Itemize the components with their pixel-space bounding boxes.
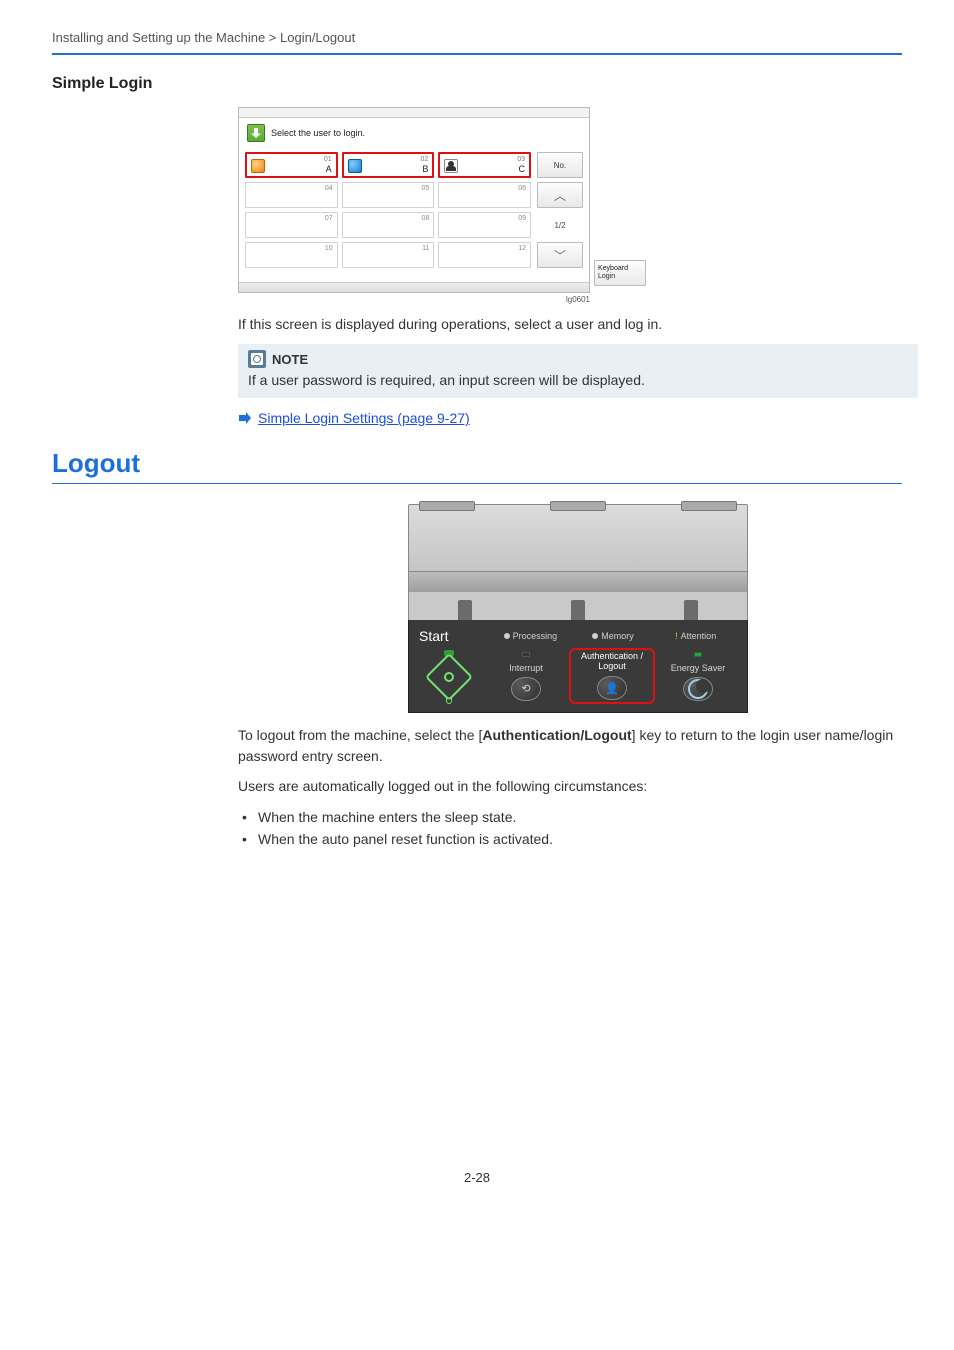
start-button[interactable] — [419, 650, 479, 702]
login-header-icon — [247, 124, 265, 142]
note-label: NOTE — [272, 352, 308, 367]
bullet-item: When the machine enters the sleep state. — [238, 806, 918, 828]
moon-icon — [684, 678, 712, 700]
interrupt-button[interactable]: Interrupt ⟲ — [487, 652, 565, 701]
user-cell-11[interactable]: 11 — [342, 242, 435, 268]
divider — [52, 483, 902, 484]
arrow-right-icon — [238, 411, 252, 425]
control-panel: Start Processing Memory !Attention Inter… — [408, 504, 748, 713]
panel-code: lg0601 — [238, 295, 590, 304]
user-cell-02[interactable]: 02B — [342, 152, 435, 178]
bullet-item: When the auto panel reset function is ac… — [238, 828, 918, 850]
memory-indicator: Memory — [572, 631, 655, 641]
login-panel: Select the user to login. 01A 02B 03C 04… — [238, 107, 590, 304]
user-cell-01[interactable]: 01A — [245, 152, 338, 178]
keyboard-login-button[interactable]: Keyboard Login — [594, 260, 646, 286]
person-icon: 👤 — [598, 677, 626, 699]
note-icon — [248, 350, 266, 368]
user-icon — [251, 159, 265, 173]
interrupt-icon: ⟲ — [512, 678, 540, 700]
note-box: NOTE If a user password is required, an … — [238, 344, 918, 398]
attention-indicator: !Attention — [654, 631, 737, 641]
page-number: 2-28 — [52, 1170, 902, 1215]
no-button[interactable]: No. — [537, 152, 583, 178]
energy-saver-button[interactable]: Energy Saver — [659, 652, 737, 701]
after-panel-text: If this screen is displayed during opera… — [238, 314, 918, 334]
processing-indicator: Processing — [489, 631, 572, 641]
user-cell-08[interactable]: 08 — [342, 212, 435, 238]
user-cell-10[interactable]: 10 — [245, 242, 338, 268]
page-down-button[interactable]: ﹀ — [537, 242, 583, 268]
user-cell-05[interactable]: 05 — [342, 182, 435, 208]
user-cell-03[interactable]: 03C — [438, 152, 531, 178]
page-indicator: 1/2 — [537, 212, 583, 238]
user-cell-09[interactable]: 09 — [438, 212, 531, 238]
xref-link[interactable]: Simple Login Settings (page 9-27) — [258, 410, 470, 426]
logout-text-1: To logout from the machine, select the [… — [238, 725, 918, 766]
user-icon — [444, 159, 458, 173]
auth-logout-button[interactable]: Authentication / Logout 👤 — [573, 652, 651, 700]
user-cell-04[interactable]: 04 — [245, 182, 338, 208]
logout-heading: Logout — [52, 448, 902, 479]
page-up-button[interactable]: ︿ — [537, 182, 583, 208]
breadcrumb: Installing and Setting up the Machine > … — [52, 30, 902, 45]
logout-text-2: Users are automatically logged out in th… — [238, 776, 918, 796]
user-cell-06[interactable]: 06 — [438, 182, 531, 208]
user-icon — [348, 159, 362, 173]
user-cell-07[interactable]: 07 — [245, 212, 338, 238]
user-cell-12[interactable]: 12 — [438, 242, 531, 268]
note-text: If a user password is required, an input… — [248, 372, 908, 388]
login-prompt: Select the user to login. — [271, 128, 365, 138]
divider — [52, 53, 902, 55]
section-title: Simple Login — [52, 75, 902, 93]
start-label: Start — [419, 628, 489, 644]
